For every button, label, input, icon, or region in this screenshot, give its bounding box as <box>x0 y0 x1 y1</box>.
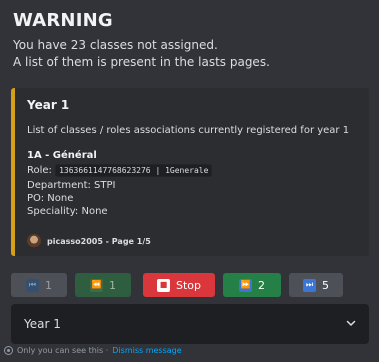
first-page-icon: ⏮ <box>26 278 39 292</box>
next-page-button[interactable]: ⏩ 2 <box>223 273 281 297</box>
previous-page-button[interactable]: ⏪ 1 <box>75 273 131 297</box>
footer-text: picasso2005 - Page 1/5 <box>47 236 151 246</box>
year-select[interactable]: Year 1 <box>11 304 369 344</box>
field-department: Department: STPI <box>27 180 116 191</box>
embed-footer: picasso2005 - Page 1/5 <box>27 234 151 248</box>
warning-line-unassigned: You have 23 classes not assigned. <box>13 38 218 52</box>
previous-page-icon: ⏪ <box>90 278 103 292</box>
ephemeral-text: Only you can see this · <box>17 346 109 355</box>
dismiss-message-link[interactable]: Dismiss message <box>112 346 181 355</box>
field-role: Role: 1363661147768623276 | 1Generale <box>27 164 213 177</box>
embed-title: Year 1 <box>27 98 70 112</box>
ephemeral-notice: Only you can see this · Dismiss message <box>4 346 182 355</box>
warning-title: WARNING <box>13 10 113 31</box>
field-speciality: Speciality: None <box>27 206 108 217</box>
stop-icon: ■ <box>156 278 170 292</box>
warning-line-lasts-pages: A list of them is present in the lasts p… <box>13 55 270 69</box>
chevron-down-icon <box>346 320 356 326</box>
last-page-label: 5 <box>322 278 329 292</box>
last-page-button[interactable]: ⏭ 5 <box>289 273 343 297</box>
first-page-label: 1 <box>45 278 52 292</box>
avatar <box>27 234 41 248</box>
stop-label: Stop <box>175 278 201 292</box>
bot-message: WARNING You have 23 classes not assigned… <box>0 0 379 362</box>
field-po: PO: None <box>27 193 74 204</box>
field-name: 1A - Général <box>27 150 97 161</box>
first-page-button[interactable]: ⏮ 1 <box>11 273 67 297</box>
last-page-icon: ⏭ <box>303 278 316 292</box>
role-code: 1363661147768623276 | 1Generale <box>55 164 213 177</box>
embed-description: List of classes / roles associations cur… <box>27 125 350 136</box>
role-label: Role: <box>27 165 52 176</box>
embed-card: Year 1 List of classes / roles associati… <box>11 88 369 256</box>
embed-accent-bar <box>11 88 15 256</box>
year-select-value: Year 1 <box>24 317 61 331</box>
previous-page-label: 1 <box>109 278 116 292</box>
next-page-icon: ⏩ <box>239 278 252 292</box>
stop-button[interactable]: ■ Stop <box>143 273 215 297</box>
next-page-label: 2 <box>258 278 265 292</box>
eye-icon <box>4 346 13 355</box>
